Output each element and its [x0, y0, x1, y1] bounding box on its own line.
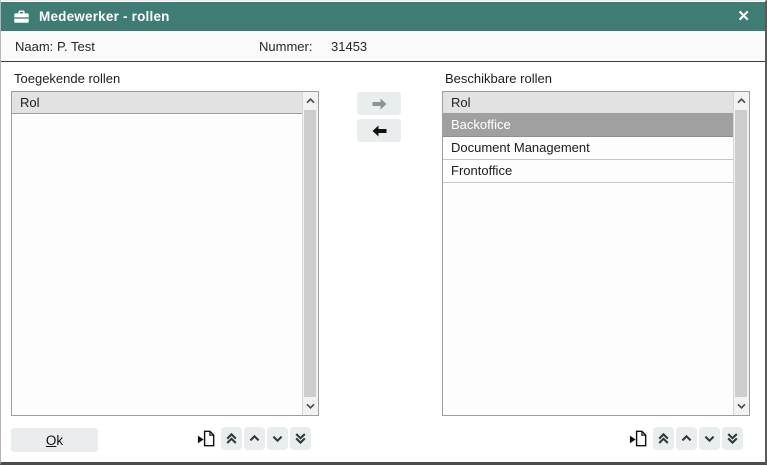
assigned-roles-list: Rol — [11, 91, 319, 416]
scroll-down-icon[interactable] — [303, 397, 318, 415]
chevron-down-icon — [270, 431, 285, 446]
available-roles-list: Rol Backoffice Document Management Front… — [442, 91, 750, 416]
go-to-record-button[interactable] — [194, 427, 218, 450]
available-roles-title: Beschikbare rollen — [445, 71, 552, 86]
page-arrow-icon — [628, 428, 649, 449]
move-down-button[interactable] — [699, 427, 720, 450]
ok-button[interactable]: Ok — [11, 428, 98, 452]
toolbox-icon — [13, 9, 30, 25]
assigned-roles-scrollbar — [302, 92, 318, 415]
scrollbar-thumb[interactable] — [304, 110, 316, 397]
number-value: 31453 — [331, 31, 367, 62]
go-to-record-button[interactable] — [626, 427, 650, 450]
list-body: Backoffice Document Management Frontoffi… — [443, 114, 733, 415]
double-chevron-down-icon — [725, 431, 740, 446]
close-icon[interactable]: ✕ — [734, 7, 753, 26]
move-up-button[interactable] — [676, 427, 697, 450]
double-chevron-up-icon — [224, 431, 239, 446]
arrow-left-icon — [371, 124, 388, 138]
dialog-title: Medewerker - rollen — [39, 9, 170, 24]
chevron-up-icon — [247, 431, 262, 446]
number-label: Nummer: — [259, 31, 312, 62]
scroll-up-icon[interactable] — [734, 92, 749, 110]
assigned-roles-column-header[interactable]: Rol — [12, 92, 302, 114]
ok-label-rest: k — [56, 433, 63, 448]
list-item-frontoffice[interactable]: Frontoffice — [443, 160, 733, 183]
double-chevron-up-icon — [656, 431, 671, 446]
assigned-roles-title: Toegekende rollen — [14, 71, 120, 86]
available-roles-scrollbar — [733, 92, 749, 415]
list-item-backoffice[interactable]: Backoffice — [443, 114, 733, 137]
name-value: P. Test — [57, 31, 95, 62]
title-bar: Medewerker - rollen ✕ — [1, 2, 765, 31]
name-label: Naam: — [15, 31, 53, 62]
ok-label-accesskey: O — [46, 433, 57, 448]
move-to-bottom-button[interactable] — [722, 427, 743, 450]
double-chevron-down-icon — [293, 431, 308, 446]
move-down-button[interactable] — [267, 427, 288, 450]
scroll-down-icon[interactable] — [734, 397, 749, 415]
page-arrow-icon — [196, 428, 217, 449]
move-left-button[interactable] — [357, 119, 401, 142]
list-body — [12, 114, 302, 415]
move-right-button[interactable] — [357, 92, 401, 115]
arrow-right-icon — [371, 97, 388, 111]
scrollbar-thumb[interactable] — [735, 110, 747, 397]
chevron-up-icon — [679, 431, 694, 446]
move-up-button[interactable] — [244, 427, 265, 450]
employee-roles-dialog: Medewerker - rollen ✕ Naam: P. Test Numm… — [0, 0, 767, 465]
available-roles-column-header[interactable]: Rol — [443, 92, 733, 114]
chevron-down-icon — [702, 431, 717, 446]
list-item-document-management[interactable]: Document Management — [443, 137, 733, 160]
move-to-top-button[interactable] — [221, 427, 242, 450]
move-to-top-button[interactable] — [653, 427, 674, 450]
move-to-bottom-button[interactable] — [290, 427, 311, 450]
scroll-up-icon[interactable] — [303, 92, 318, 110]
record-header: Naam: P. Test Nummer: 31453 — [1, 31, 765, 62]
